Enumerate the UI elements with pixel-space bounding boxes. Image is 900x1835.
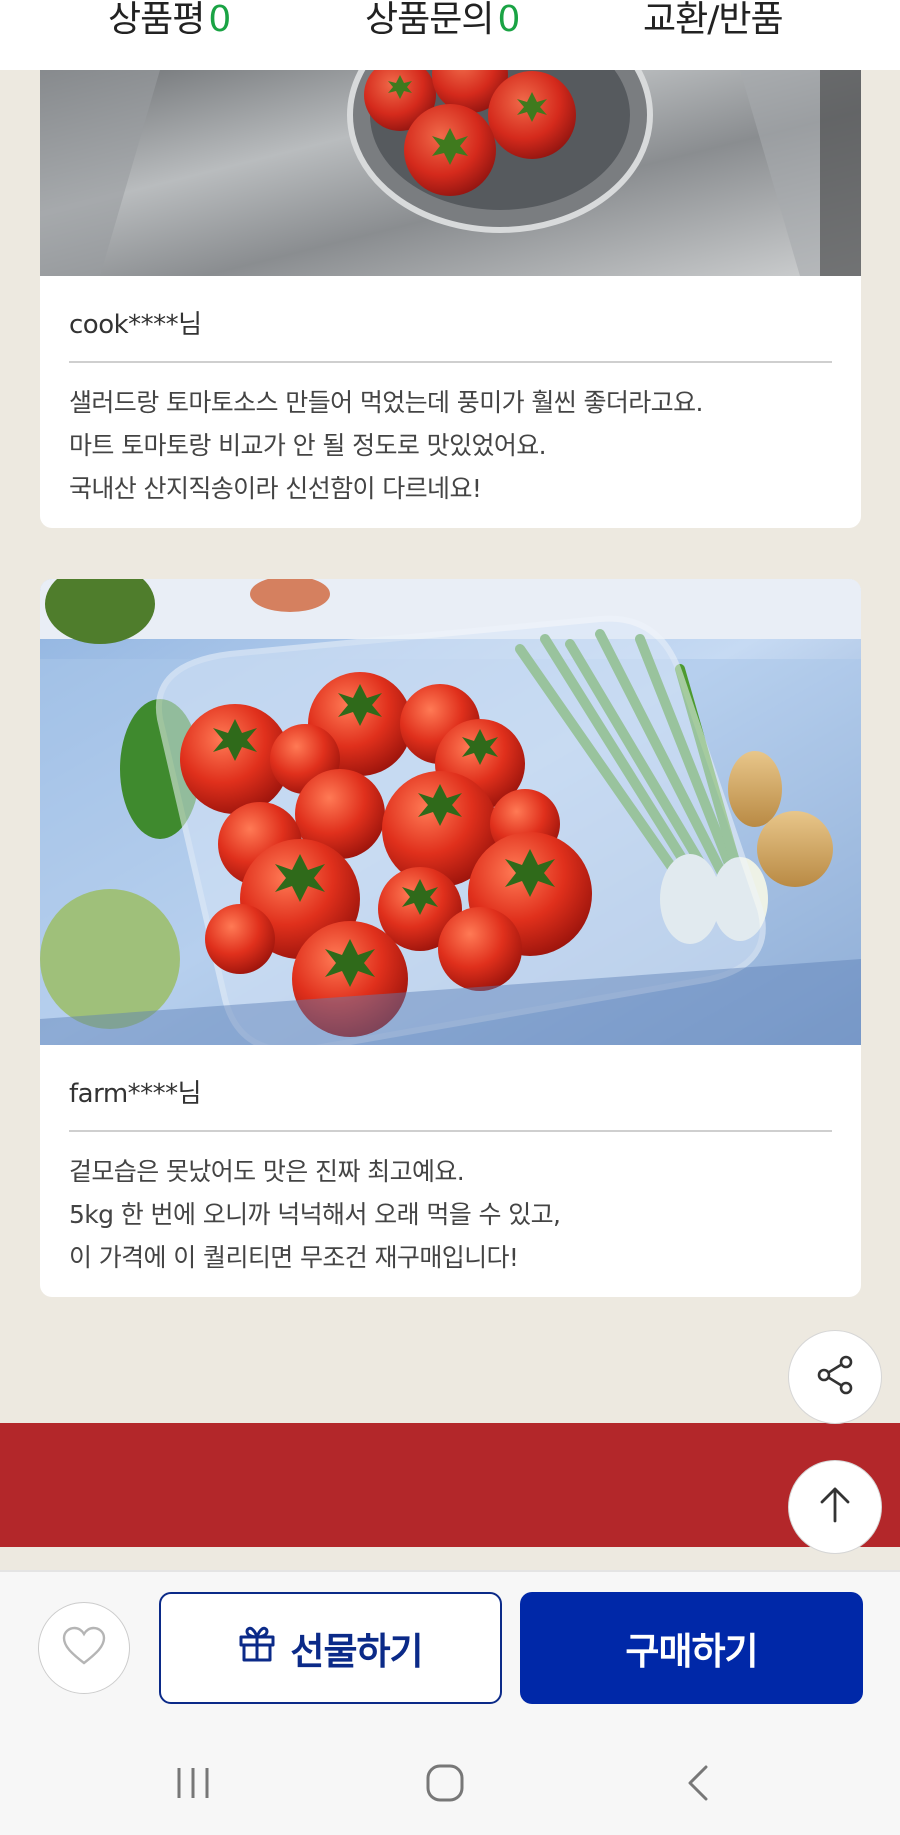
review-text: 겉모습은 못났어도 맛은 진짜 최고예요. 5kg 한 번에 오니까 넉넉해서 … xyxy=(69,1150,832,1279)
tab-reviews[interactable]: 상품평 0 xyxy=(108,0,231,42)
tab-exchange-return-label: 교환/반품 xyxy=(643,0,784,40)
product-detail-page: 상품평 0 상품문의 0 교환/반품 cook****님 샐러드랑 토마토소스 … xyxy=(0,0,900,1835)
tab-exchange-return[interactable]: 교환/반품 xyxy=(643,0,784,42)
back-button[interactable] xyxy=(668,1760,728,1810)
review-line: 겉모습은 못났어도 맛은 진짜 최고예요. xyxy=(69,1157,465,1186)
reviewer-name: cook****님 xyxy=(69,276,832,363)
tab-questions-label: 상품문의 xyxy=(365,0,494,40)
gift-button-label: 선물하기 xyxy=(290,1630,423,1673)
review-line: 국내산 산지직송이라 신선함이 다르네요! xyxy=(69,474,482,503)
gift-icon xyxy=(238,1625,276,1672)
system-navigation-bar xyxy=(0,1730,900,1835)
home-button[interactable] xyxy=(415,1760,475,1810)
promo-banner[interactable] xyxy=(0,1423,900,1547)
review-photo-tomatoes-in-fridge[interactable] xyxy=(40,579,861,1045)
home-icon xyxy=(424,1762,466,1808)
recent-apps-icon xyxy=(173,1765,213,1805)
wishlist-button[interactable] xyxy=(38,1602,130,1694)
heart-icon xyxy=(61,1625,107,1671)
review-card: cook****님 샐러드랑 토마토소스 만들어 먹었는데 풍미가 훨씬 좋더라… xyxy=(40,70,861,528)
gift-button[interactable]: 선물하기 xyxy=(159,1592,502,1704)
review-photo-tomatoes-in-sink[interactable] xyxy=(40,70,861,276)
buy-button-label: 구매하기 xyxy=(625,1630,758,1673)
scroll-top-button[interactable] xyxy=(788,1460,882,1554)
tab-reviews-label: 상품평 xyxy=(108,0,205,40)
back-icon xyxy=(682,1763,714,1807)
review-line: 5kg 한 번에 오니까 넉넉해서 오래 먹을 수 있고, xyxy=(69,1200,561,1229)
arrow-up-icon xyxy=(813,1483,857,1531)
buy-button[interactable]: 구매하기 xyxy=(520,1592,863,1704)
share-icon xyxy=(813,1353,857,1401)
share-button[interactable] xyxy=(788,1330,882,1424)
review-text: 샐러드랑 토마토소스 만들어 먹었는데 풍미가 훨씬 좋더라고요. 마트 토마토… xyxy=(69,381,832,510)
tab-questions-count: 0 xyxy=(497,0,520,40)
review-line: 샐러드랑 토마토소스 만들어 먹었는데 풍미가 훨씬 좋더라고요. xyxy=(69,388,703,417)
reviewer-name: farm****님 xyxy=(69,1045,832,1132)
tab-questions[interactable]: 상품문의 0 xyxy=(365,0,520,42)
review-line: 이 가격에 이 퀄리티면 무조건 재구매입니다! xyxy=(69,1243,519,1272)
review-line: 마트 토마토랑 비교가 안 될 정도로 맛있었어요. xyxy=(69,431,547,460)
tab-reviews-count: 0 xyxy=(208,0,231,40)
tab-bar: 상품평 0 상품문의 0 교환/반품 xyxy=(0,0,900,70)
recent-apps-button[interactable] xyxy=(163,1760,223,1810)
review-card: farm****님 겉모습은 못났어도 맛은 진짜 최고예요. 5kg 한 번에… xyxy=(40,579,861,1297)
